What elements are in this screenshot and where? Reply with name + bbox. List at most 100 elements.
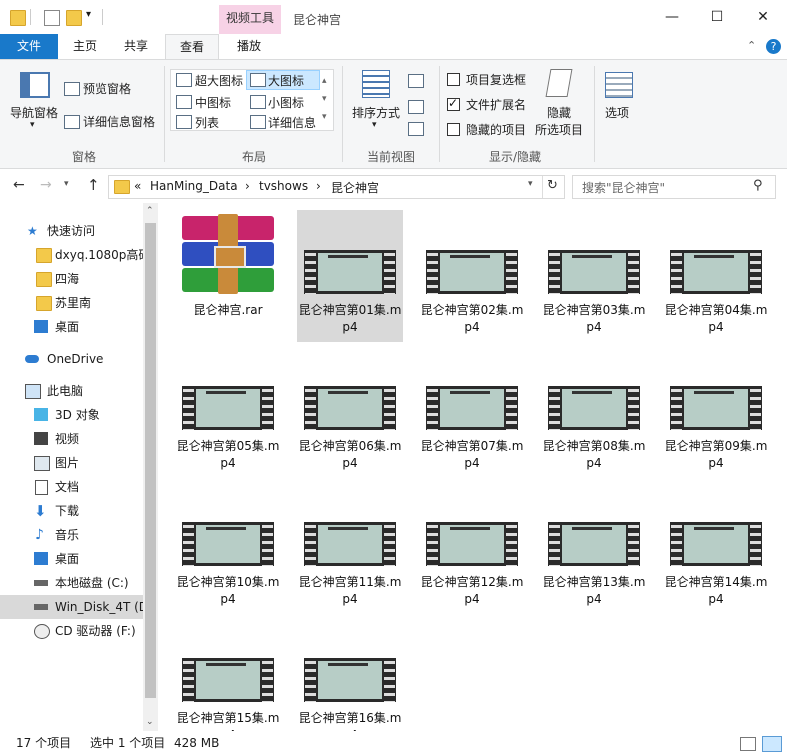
collapse-ribbon-icon[interactable]: ⌃	[747, 39, 756, 52]
nav-pc-item[interactable]: CD 驱动器 (F:)	[0, 619, 143, 643]
video-file-item[interactable]: 昆仑神宫第14集.mp4	[663, 482, 769, 614]
preview-pane-button[interactable]: 预览窗格	[83, 80, 131, 97]
medium-icons-option[interactable]: 中图标	[195, 94, 231, 111]
search-input[interactable]: 搜索"昆仑神宫"	[582, 179, 665, 196]
refresh-icon[interactable]: ↻	[547, 178, 558, 193]
layout-scroll-arrows[interactable]: ▴ ▾ ▾	[322, 72, 327, 126]
video-file-item[interactable]: 昆仑神宫第12集.mp4	[419, 482, 525, 614]
tab-view[interactable]: 查看	[165, 34, 219, 60]
video-thumbnail-icon	[182, 386, 274, 430]
nav-pc-item[interactable]: ♪ 音乐	[0, 523, 143, 547]
video-file-item[interactable]: 昆仑神宫第02集.mp4	[419, 210, 525, 342]
properties-icon[interactable]	[44, 10, 60, 26]
options-icon[interactable]	[605, 72, 633, 98]
details-pane-button[interactable]: 详细信息窗格	[83, 113, 155, 130]
list-option[interactable]: 列表	[195, 114, 219, 131]
search-icon[interactable]: ⚲	[753, 178, 763, 193]
nav-scrollbar-thumb[interactable]	[145, 223, 156, 698]
navigation-pane-icon[interactable]	[20, 72, 50, 98]
video-thumbnail-icon	[548, 250, 640, 294]
size-columns-icon[interactable]	[408, 122, 424, 136]
file-extensions-checkbox[interactable]	[447, 96, 460, 111]
options-button[interactable]: 选项	[605, 104, 629, 121]
chevron-right-icon[interactable]: ›	[316, 179, 321, 193]
file-name: 昆仑神宫第11集.mp4	[298, 575, 402, 606]
item-checkboxes-checkbox[interactable]	[447, 73, 460, 86]
scroll-down-icon[interactable]: ⌄	[146, 717, 154, 727]
large-icons-view-icon[interactable]	[762, 736, 782, 752]
video-file-item[interactable]: 昆仑神宫第13集.mp4	[541, 482, 647, 614]
address-bar[interactable]: « HanMing_Data › tvshows › 昆仑神宫 ▾ ↻	[108, 175, 565, 199]
nav-pc-item[interactable]: 3D 对象	[0, 403, 143, 427]
new-folder-icon[interactable]	[66, 10, 82, 26]
nav-pc-item-selected[interactable]: Win_Disk_4T (D:	[0, 595, 143, 619]
nav-pc-item[interactable]: ⬇ 下载	[0, 499, 143, 523]
nav-quick-item[interactable]: dxyq.1080p高码	[0, 243, 143, 267]
nav-quick-item[interactable]: 苏里南	[0, 291, 143, 315]
small-icons-option[interactable]: 小图标	[268, 94, 304, 111]
download-icon: ⬇	[34, 502, 47, 520]
forward-icon[interactable]: →	[40, 177, 52, 193]
video-file-item[interactable]: 昆仑神宫第09集.mp4	[663, 346, 769, 478]
navigation-pane-button[interactable]: 导航窗格	[10, 104, 58, 121]
sort-by-icon[interactable]	[362, 70, 390, 98]
hide-selected-label-line2[interactable]: 所选项目	[535, 121, 583, 138]
chevron-down-icon[interactable]: ▾	[528, 179, 533, 189]
hidden-items-checkbox[interactable]	[447, 123, 460, 136]
chevron-right-icon[interactable]: ›	[245, 179, 250, 193]
video-file-item[interactable]: 昆仑神宫第01集.mp4	[297, 210, 403, 342]
nav-pc-item[interactable]: 图片	[0, 451, 143, 475]
extra-large-icons-option[interactable]: 超大图标	[195, 72, 243, 89]
breadcrumb-tvshows[interactable]: tvshows	[259, 179, 308, 193]
up-icon[interactable]: ↑	[87, 176, 100, 194]
large-icons-option[interactable]: 大图标	[268, 72, 304, 89]
customize-quick-access-icon[interactable]: ▾	[86, 9, 91, 20]
archive-file-item[interactable]: 昆仑神宫.rar	[175, 210, 281, 325]
video-file-item[interactable]: 昆仑神宫第06集.mp4	[297, 346, 403, 478]
video-file-item[interactable]: 昆仑神宫第10集.mp4	[175, 482, 281, 614]
video-file-item[interactable]: 昆仑神宫第04集.mp4	[663, 210, 769, 342]
tab-home[interactable]: 主页	[64, 34, 106, 59]
nav-pc-item[interactable]: 文档	[0, 475, 143, 499]
video-file-item[interactable]: 昆仑神宫第08集.mp4	[541, 346, 647, 478]
tab-play[interactable]: 播放	[226, 34, 272, 59]
nav-quick-access[interactable]: ★ 快速访问	[0, 219, 143, 243]
nav-quick-item[interactable]: 桌面	[0, 315, 143, 339]
breadcrumb-overflow[interactable]: «	[134, 179, 141, 193]
medium-icons-icon	[176, 95, 192, 109]
nav-pc-item[interactable]: 视频	[0, 427, 143, 451]
add-columns-icon[interactable]	[408, 100, 424, 114]
breadcrumb-hanming-data[interactable]: HanMing_Data	[150, 179, 238, 193]
details-view-icon[interactable]	[740, 737, 756, 751]
sort-by-button[interactable]: 排序方式	[352, 104, 400, 121]
nav-pc-item[interactable]: 桌面	[0, 547, 143, 571]
nav-label: 下载	[55, 504, 80, 518]
recent-locations-icon[interactable]: ▾	[64, 179, 69, 189]
video-file-item[interactable]: 昆仑神宫第03集.mp4	[541, 210, 647, 342]
nav-this-pc[interactable]: 此电脑	[0, 379, 143, 403]
tab-file[interactable]: 文件	[0, 34, 58, 59]
nav-quick-item[interactable]: 四海	[0, 267, 143, 291]
tab-share[interactable]: 共享	[115, 34, 157, 59]
scroll-up-icon[interactable]: ⌃	[146, 206, 154, 216]
help-icon[interactable]: ?	[766, 39, 781, 54]
minimize-button[interactable]: —	[652, 4, 692, 30]
video-file-item[interactable]: 昆仑神宫第11集.mp4	[297, 482, 403, 614]
nav-scrollbar[interactable]: ⌃ ⌄	[143, 203, 158, 731]
back-icon[interactable]: ←	[13, 177, 25, 193]
maximize-button[interactable]: ☐	[697, 4, 737, 30]
nav-onedrive[interactable]: OneDrive	[0, 347, 143, 371]
close-button[interactable]: ✕	[743, 4, 783, 30]
breadcrumb-current[interactable]: 昆仑神宫	[331, 179, 379, 196]
details-option[interactable]: 详细信息	[268, 114, 316, 131]
hide-selected-label-line1[interactable]: 隐藏	[547, 104, 571, 121]
group-by-icon[interactable]	[408, 74, 424, 88]
video-thumbnail-icon	[304, 522, 396, 566]
item-checkboxes-label: 项目复选框	[466, 73, 527, 87]
video-file-item[interactable]: 昆仑神宫第05集.mp4	[175, 346, 281, 478]
search-box[interactable]: 搜索"昆仑神宫" ⚲	[572, 175, 776, 199]
nav-pc-item[interactable]: 本地磁盘 (C:)	[0, 571, 143, 595]
hide-selected-icon[interactable]	[545, 69, 573, 97]
file-name: 昆仑神宫第07集.mp4	[420, 439, 524, 470]
video-file-item[interactable]: 昆仑神宫第07集.mp4	[419, 346, 525, 478]
